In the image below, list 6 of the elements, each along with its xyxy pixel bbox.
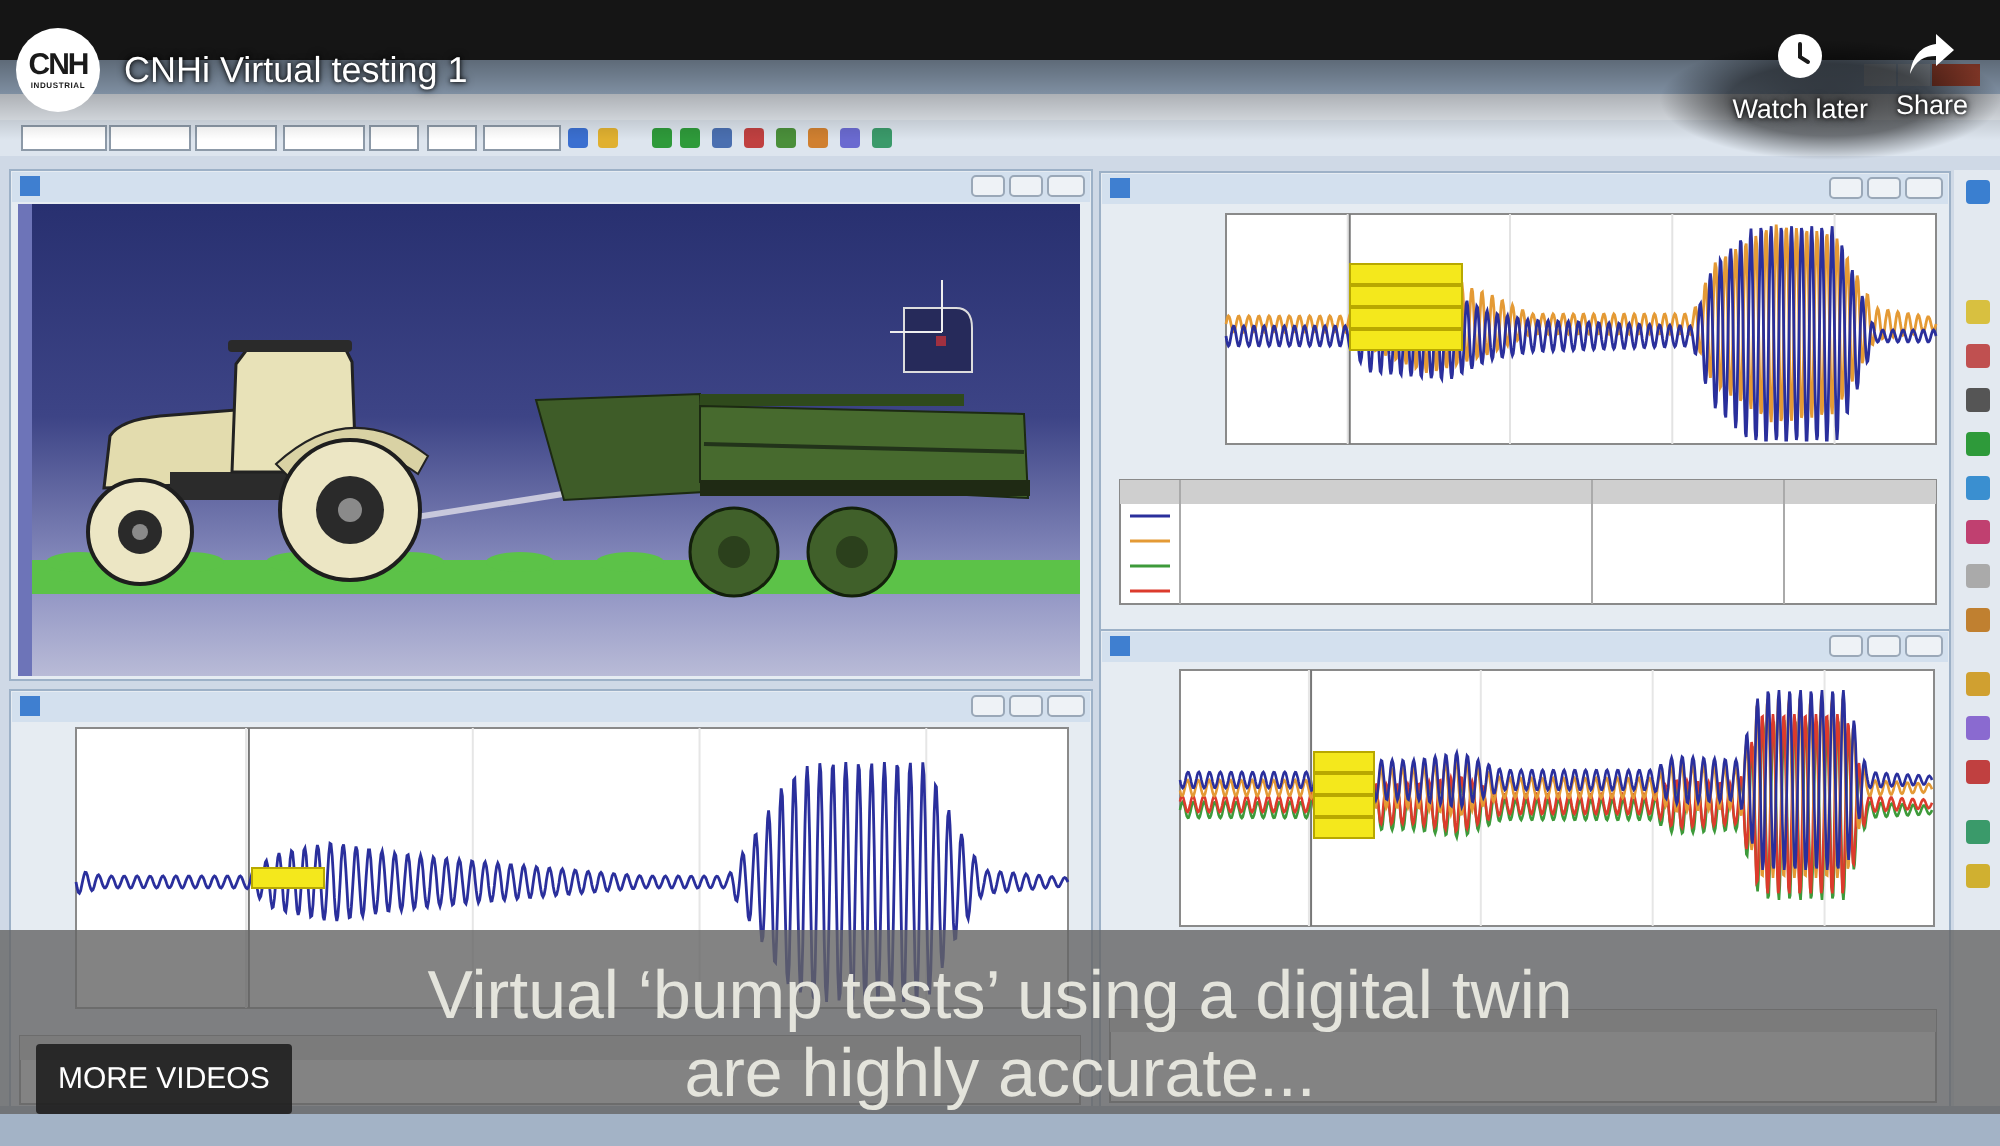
clock-icon [1778, 34, 1823, 78]
more-videos-button[interactable]: MORE VIDEOS [36, 1044, 292, 1114]
watch-later-button[interactable]: Watch later [1732, 28, 1868, 126]
share-button[interactable]: Share [1895, 28, 1968, 122]
share-icon [1909, 34, 1954, 74]
video-title[interactable]: CNHi Virtual testing 1 [124, 50, 468, 90]
